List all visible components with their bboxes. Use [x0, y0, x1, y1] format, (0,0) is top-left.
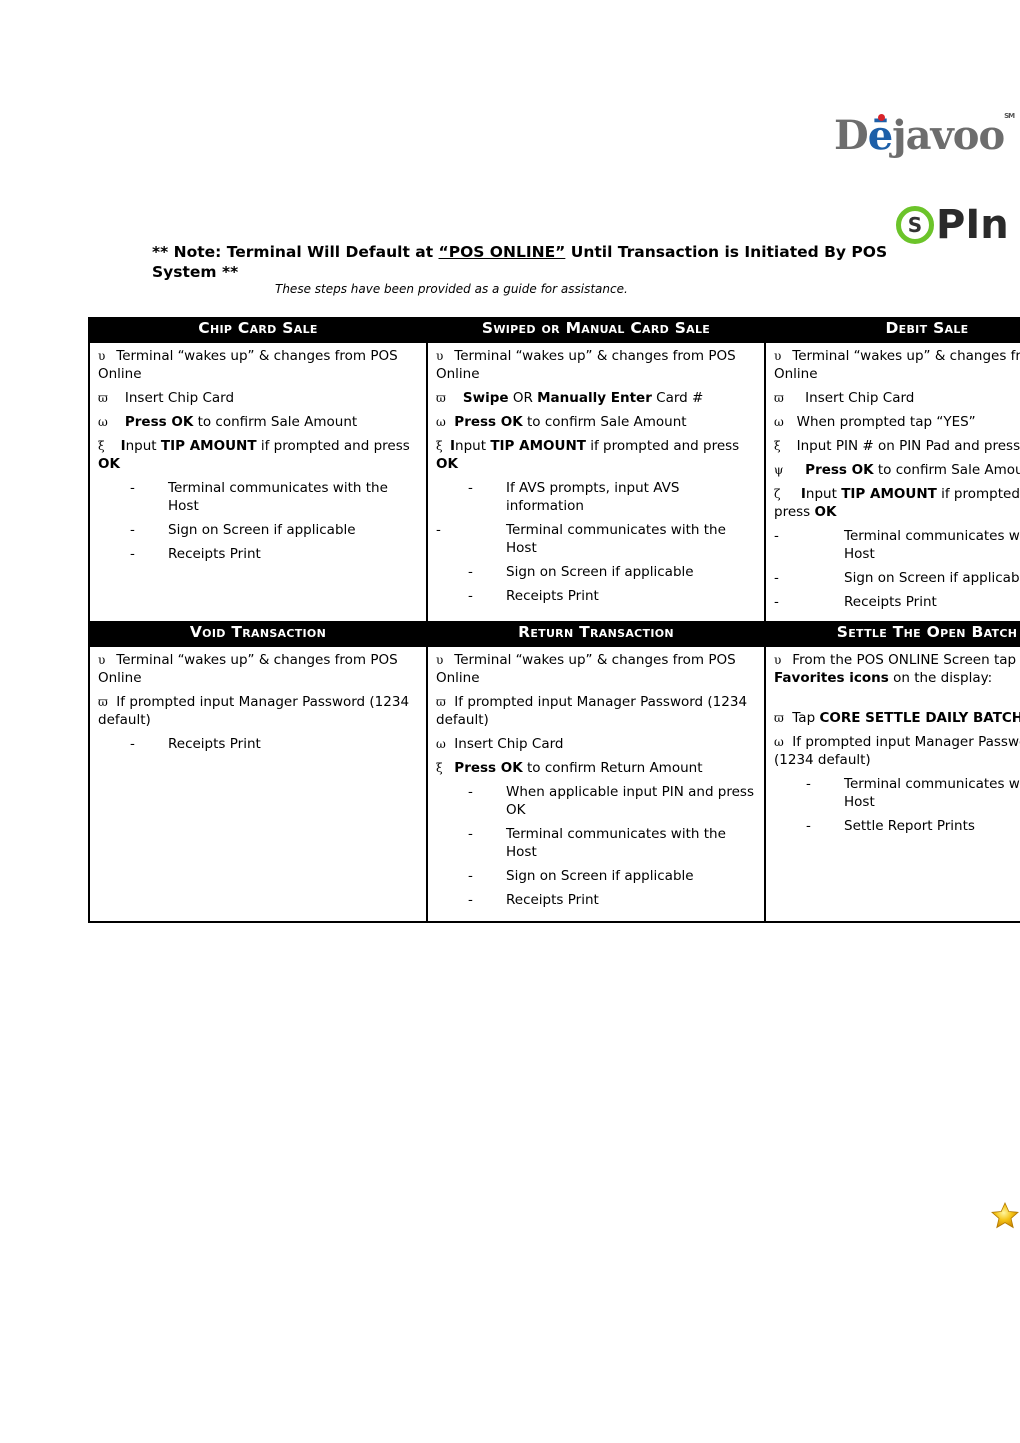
sub-step: -Terminal communicates with the Host	[806, 776, 1020, 810]
sub-step: - Receipts Print	[468, 892, 599, 908]
header-return-transaction: Return Transaction	[426, 621, 766, 647]
sub-step: - Sign on Screen if applicable	[468, 564, 694, 580]
step: υ Terminal “wakes up” & changes from POS…	[774, 348, 1020, 382]
sub-step: - Sign on Screen if applicable	[130, 522, 356, 538]
sub-step: -Terminal communicates with the Host	[436, 522, 726, 556]
step: ϖ If prompted input Manager Password (12…	[98, 694, 410, 728]
step: υ From the POS ONLINE Screen tap the Fav…	[774, 652, 1020, 686]
step: ζ Input TIP AMOUNT if prompted and press…	[774, 486, 1020, 520]
step: ϖ Insert Chip Card	[774, 390, 915, 406]
sub-step: - Sign on Screen if applicable	[468, 868, 694, 884]
favorites-star-icon	[991, 1202, 1019, 1229]
sub-step: - Sign on Screen if applicable	[774, 570, 1020, 586]
header-debit-sale: Debit Sale	[764, 317, 1020, 343]
debit-sale-steps: υ Terminal “wakes up” & changes from POS…	[764, 341, 1020, 623]
sub-step: - Receipts Print	[130, 736, 261, 752]
sub-step: -Terminal communicates with the Host	[130, 480, 388, 514]
step: ϖ If prompted input Manager Password (12…	[436, 694, 748, 728]
step: ξ Input TIP AMOUNT if prompted and press …	[436, 438, 740, 472]
step: ϖ Insert Chip Card	[98, 390, 235, 406]
sub-step: -Terminal communicates with the Host	[774, 528, 1020, 562]
sub-step: - Settle Report Prints	[806, 818, 975, 834]
step: υ Terminal “wakes up” & changes from POS…	[436, 348, 736, 382]
swiped-card-steps: υ Terminal “wakes up” & changes from POS…	[426, 341, 766, 623]
chip-card-steps: υ Terminal “wakes up” & changes from POS…	[88, 341, 428, 623]
guide-subnote: These steps have been provided as a guid…	[275, 282, 628, 296]
step: ξ Input PIN # on PIN Pad and press OK	[774, 438, 1020, 454]
step: υ Terminal “wakes up” & changes from POS…	[436, 652, 736, 686]
sub-step: - Receipts Print	[468, 588, 599, 604]
step: ω When prompted tap “YES”	[774, 414, 976, 430]
header-settle-batch: Settle The Open Batch	[764, 621, 1020, 647]
dejavoo-logo: Dē javooSM	[834, 112, 1015, 159]
step: υ Terminal “wakes up” & changes from POS…	[98, 652, 398, 686]
settle-steps: υ From the POS ONLINE Screen tap the Fav…	[764, 645, 1020, 923]
sub-step: - When applicable input PIN and press OK	[468, 784, 754, 818]
default-note: ** Note: Terminal Will Default at “POS O…	[152, 243, 888, 281]
step: υ Terminal “wakes up” & changes from POS…	[98, 348, 398, 382]
void-steps: υ Terminal “wakes up” & changes from POS…	[88, 645, 428, 923]
step: ω If prompted input Manager Password (12…	[774, 734, 1020, 768]
sub-step: - Receipts Print	[774, 594, 937, 610]
sub-step: - Receipts Print	[130, 546, 261, 562]
sub-step: -Terminal communicates with the Host	[468, 826, 726, 860]
header-swiped-manual-sale: Swiped or Manual Card Sale	[426, 317, 766, 343]
step: ω Insert Chip Card	[436, 736, 564, 752]
return-steps: υ Terminal “wakes up” & changes from POS…	[426, 645, 766, 923]
spin-logo: S PIn	[896, 202, 1009, 248]
step: ω Press OK to confirm Sale Amount	[436, 414, 687, 430]
header-chip-card-sale: Chip Card Sale	[88, 317, 428, 343]
instructions-table: Chip Card Sale Swiped or Manual Card Sal…	[88, 317, 1020, 923]
step: ϖ Tap CORE SETTLE DAILY BATCH	[774, 710, 1020, 726]
sub-step: - If AVS prompts, input AVS information	[468, 480, 680, 514]
step: ϖ Swipe OR Manually Enter Card #	[436, 390, 704, 406]
step: ω Press OK to confirm Sale Amount	[98, 414, 358, 430]
spin-ring-icon: S	[896, 206, 934, 244]
step: ξ Press OK to confirm Return Amount	[436, 760, 703, 776]
header-void-transaction: Void Transaction	[88, 621, 428, 647]
step: ψ Press OK to confirm Sale Amount	[774, 462, 1020, 478]
step: ξ Input TIP AMOUNT if prompted and press…	[98, 438, 410, 472]
